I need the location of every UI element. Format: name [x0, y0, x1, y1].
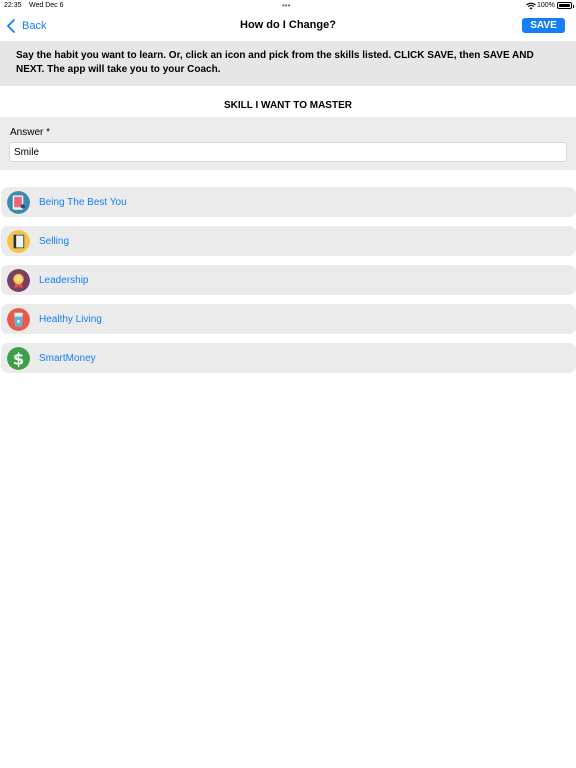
skill-item-being-the-best-you[interactable]: Being The Best You [1, 187, 576, 217]
page-title: How do I Change? [240, 19, 336, 31]
wifi-icon [526, 2, 536, 10]
multitask-dots[interactable]: ••• [282, 1, 290, 10]
skill-item-selling[interactable]: Selling [1, 226, 576, 256]
status-time: 22:35 [4, 2, 22, 9]
book-icon [7, 230, 30, 253]
svg-text:$: $ [13, 349, 24, 368]
nav-bar: Back How do I Change? SAVE [0, 12, 576, 40]
dollar-icon: $ [7, 347, 30, 370]
battery-fill [559, 4, 570, 7]
save-button[interactable]: SAVE [522, 18, 565, 33]
skill-item-smartmoney[interactable]: $ SmartMoney [1, 343, 576, 373]
tablet-icon [7, 191, 30, 214]
skill-item-healthy-living[interactable]: Healthy Living [1, 304, 576, 334]
battery-icon [557, 2, 574, 9]
water-glass-icon [7, 308, 30, 331]
answer-panel: Answer * [0, 117, 576, 170]
medal-icon [7, 269, 30, 292]
status-date: Wed Dec 6 [29, 2, 64, 9]
skill-label: Leadership [39, 275, 89, 286]
skill-label: Healthy Living [39, 314, 102, 325]
answer-field[interactable] [9, 142, 567, 162]
battery-percent: 100% [537, 2, 555, 9]
skill-label: Selling [39, 236, 70, 247]
status-bar: 22:35 Wed Dec 6 ••• 100% [0, 0, 576, 12]
section-heading: SKILL I WANT TO MASTER [224, 100, 352, 111]
instructions-text: Say the habit you want to learn. Or, cli… [0, 41, 576, 86]
skill-label: SmartMoney [39, 353, 96, 364]
answer-label: Answer * [10, 127, 51, 138]
skill-label: Being The Best You [39, 197, 127, 208]
skill-item-leadership[interactable]: Leadership [1, 265, 576, 295]
